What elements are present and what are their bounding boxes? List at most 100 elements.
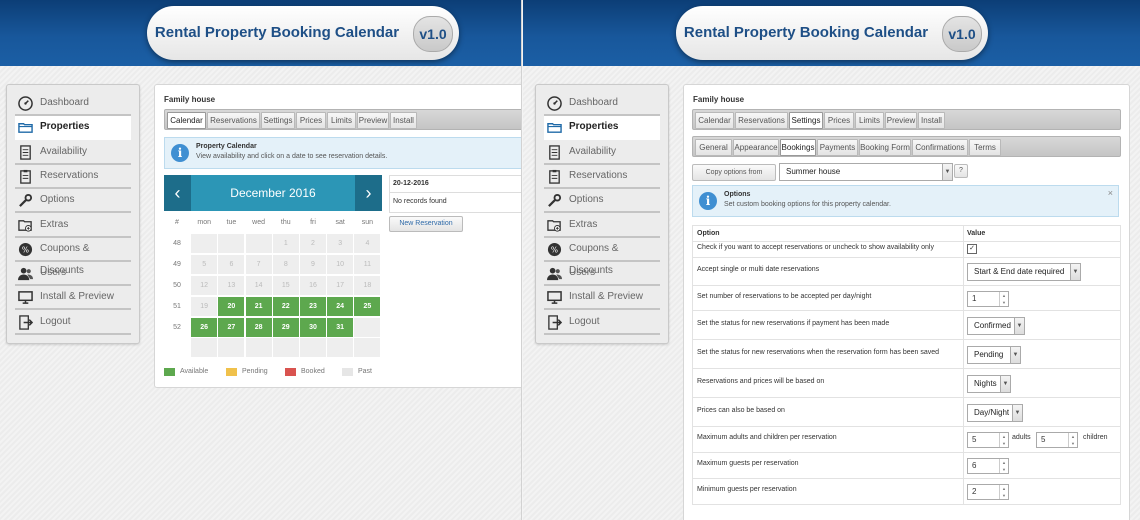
option-select[interactable]: Nights ▼ — [967, 374, 1011, 393]
sidebar-item-reservations[interactable]: Reservations — [544, 165, 660, 189]
tab-calendar[interactable]: Calendar — [167, 112, 206, 129]
option-label: Set number of reservations to be accepte… — [697, 292, 872, 300]
calendar-day[interactable]: 15 — [272, 275, 299, 295]
prev-month-button[interactable]: ‹ — [164, 175, 191, 211]
tab-terms[interactable]: Terms — [969, 139, 1001, 156]
calendar-day[interactable]: 3 — [327, 233, 354, 253]
calendar-day[interactable]: 26 — [191, 317, 218, 337]
next-month-button[interactable]: › — [355, 175, 382, 211]
sidebar-item-properties[interactable]: Properties — [15, 116, 131, 141]
number-stepper[interactable]: 2 ▲ ▼ — [967, 484, 1009, 500]
calendar-day[interactable]: 2 — [300, 233, 326, 253]
number-stepper[interactable]: 1 ▲ ▼ — [967, 290, 1009, 307]
sidebar-item-logout[interactable]: Logout — [15, 311, 131, 335]
copy-from-select[interactable]: Summer house ▼ — [779, 163, 953, 181]
calendar-day[interactable]: 19 — [191, 296, 218, 316]
number-stepper[interactable]: 6 ▲ ▼ — [967, 458, 1009, 474]
option-select[interactable]: Day/Night ▼ — [967, 403, 1023, 422]
tab-bookings[interactable]: Bookings — [780, 139, 816, 156]
sidebar-item-dashboard[interactable]: Dashboard — [544, 92, 660, 116]
sidebar-item-properties[interactable]: Properties — [544, 116, 660, 141]
option-label: Minimum guests per reservation — [697, 486, 797, 493]
calendar-day[interactable]: 8 — [272, 254, 299, 274]
option-select[interactable]: Start & End date required ▼ — [967, 263, 1081, 281]
tab-reservations[interactable]: Reservations — [735, 112, 788, 129]
tab-settings[interactable]: Settings — [261, 112, 295, 129]
tab-calendar[interactable]: Calendar — [695, 112, 734, 129]
tab-settings[interactable]: Settings — [789, 112, 823, 129]
calendar-day[interactable]: 5 — [191, 254, 218, 274]
tab-install[interactable]: Install — [918, 112, 945, 129]
sidebar-item-install-preview[interactable]: Install & Preview — [15, 286, 131, 311]
stepper-arrows-icon[interactable]: ▲ ▼ — [999, 433, 1008, 447]
calendar-day[interactable]: 4 — [354, 233, 381, 253]
sidebar-item-logout[interactable]: Logout — [544, 311, 660, 335]
sidebar-item-options[interactable]: Options — [15, 189, 131, 214]
calendar-day[interactable]: 14 — [245, 275, 272, 295]
calendar-day[interactable]: 23 — [300, 296, 326, 316]
tab-install[interactable]: Install — [390, 112, 417, 129]
calendar-day[interactable]: 7 — [245, 254, 272, 274]
sidebar-item-extras[interactable]: Extras — [544, 214, 660, 238]
tab-preview[interactable]: Preview — [357, 112, 389, 129]
calendar-day[interactable]: 20 — [218, 296, 245, 316]
tab-reservations[interactable]: Reservations — [207, 112, 260, 129]
sidebar-item-dashboard[interactable]: Dashboard — [15, 92, 131, 116]
stepper-arrows-icon[interactable]: ▲ ▼ — [1068, 433, 1077, 447]
option-select[interactable]: Pending ▼ — [967, 345, 1021, 364]
sidebar-item-reservations[interactable]: Reservations — [15, 165, 131, 189]
calendar-day[interactable]: 9 — [300, 254, 326, 274]
sidebar-item-users[interactable]: Users — [544, 262, 660, 287]
sidebar-item-availability[interactable]: Availability — [15, 141, 131, 165]
calendar-day[interactable]: 29 — [272, 317, 299, 337]
calendar-day[interactable]: 22 — [272, 296, 299, 316]
sidebar-item-users[interactable]: Users — [15, 262, 131, 287]
tab-limits[interactable]: Limits — [327, 112, 356, 129]
sidebar-item-extras[interactable]: Extras — [15, 214, 131, 238]
calendar-day[interactable]: 18 — [354, 275, 381, 295]
calendar-day[interactable]: 13 — [218, 275, 245, 295]
calendar-day[interactable]: 6 — [218, 254, 245, 274]
tab-prices[interactable]: Prices — [296, 112, 326, 129]
calendar-day[interactable]: 24 — [327, 296, 354, 316]
weekday-header: mon — [191, 213, 218, 232]
calendar-day[interactable]: 31 — [327, 317, 354, 337]
children-stepper[interactable]: 5 ▲ ▼ — [1036, 432, 1078, 448]
calendar-day[interactable]: 11 — [354, 254, 381, 274]
calendar-day[interactable]: 1 — [272, 233, 299, 253]
new-reservation-button[interactable]: New Reservation — [389, 216, 463, 232]
close-icon[interactable]: × — [1108, 188, 1113, 198]
calendar-day[interactable]: 12 — [191, 275, 218, 295]
sidebar-item-install-preview[interactable]: Install & Preview — [544, 286, 660, 311]
number-stepper[interactable]: 5 ▲ ▼ — [967, 432, 1009, 448]
calendar-day[interactable]: 21 — [245, 296, 272, 316]
tab-general[interactable]: General — [695, 139, 732, 156]
tab-confirmations[interactable]: Confirmations — [912, 139, 968, 156]
folder-icon — [547, 120, 562, 135]
calendar-day[interactable]: 17 — [327, 275, 354, 295]
tab-appearance[interactable]: Appearance — [733, 139, 779, 156]
sidebar-item-coupons-discounts[interactable]: % Coupons & Discounts — [15, 238, 131, 276]
help-button[interactable]: ? — [954, 164, 968, 178]
tab-limits[interactable]: Limits — [855, 112, 884, 129]
sidebar-item-availability[interactable]: Availability — [544, 141, 660, 165]
stepper-arrows-icon[interactable]: ▲ ▼ — [999, 459, 1008, 473]
calendar-day[interactable]: 10 — [327, 254, 354, 274]
sidebar-item-options[interactable]: Options — [544, 189, 660, 214]
tab-payments[interactable]: Payments — [817, 139, 858, 156]
calendar-day[interactable]: 25 — [354, 296, 381, 316]
calendar-day[interactable]: 27 — [218, 317, 245, 337]
tab-prices[interactable]: Prices — [824, 112, 854, 129]
sidebar-item-coupons-discounts[interactable]: % Coupons & Discounts — [544, 238, 660, 276]
calendar-day[interactable]: 28 — [245, 317, 272, 337]
tab-preview[interactable]: Preview — [885, 112, 917, 129]
accept-reservations-checkbox[interactable]: ✓ — [967, 244, 977, 254]
tab-booking-form[interactable]: Booking Form — [859, 139, 911, 156]
calendar-day[interactable]: 30 — [300, 317, 326, 337]
copy-options-button[interactable]: Copy options from — [692, 164, 776, 181]
calendar-day[interactable]: 16 — [300, 275, 326, 295]
column-divider — [963, 310, 964, 339]
stepper-arrows-icon[interactable]: ▲ ▼ — [999, 485, 1008, 499]
option-select[interactable]: Confirmed ▼ — [967, 316, 1025, 335]
stepper-arrows-icon[interactable]: ▲ ▼ — [999, 291, 1008, 306]
